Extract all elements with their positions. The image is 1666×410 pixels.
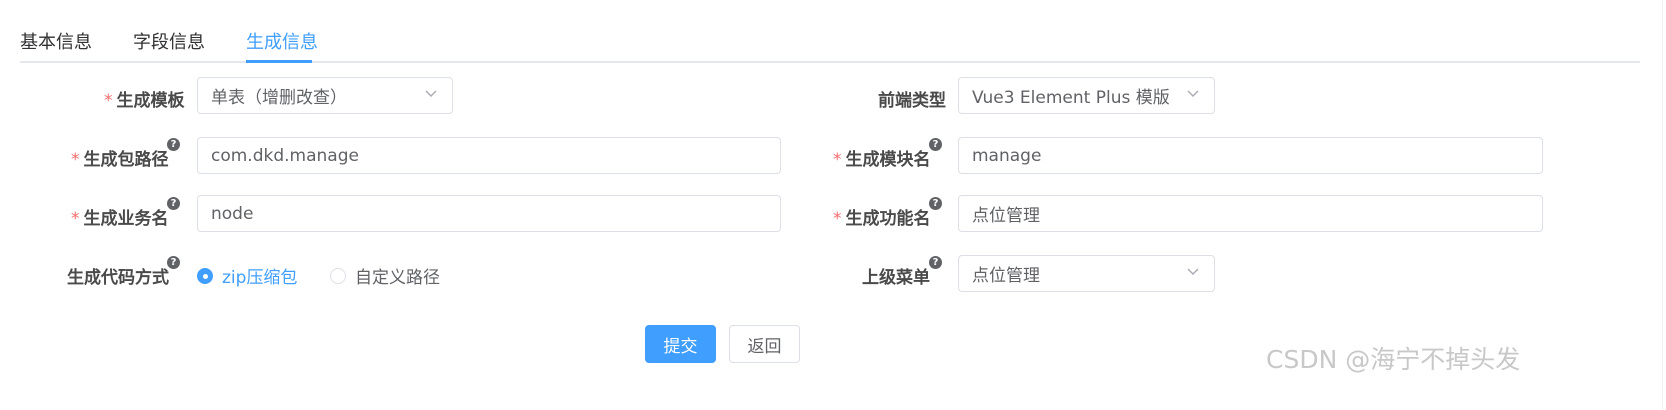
- question-help-icon[interactable]: ?: [929, 256, 942, 269]
- function-name-input[interactable]: 点位管理: [958, 195, 1543, 232]
- question-help-icon[interactable]: ?: [167, 138, 180, 151]
- question-help-icon[interactable]: ?: [167, 256, 180, 269]
- tpl-category-label: * 生成模板: [104, 91, 185, 111]
- chevron-down-icon: [1186, 264, 1200, 278]
- gen-type-custom-label: 自定义路径: [355, 268, 440, 288]
- gen-type-zip-label: zip压缩包: [222, 268, 298, 288]
- parent-menu-value: 点位管理: [972, 266, 1040, 286]
- active-tab-indicator: [246, 60, 312, 63]
- tabs-bar: 基本信息 字段信息 生成信息: [20, 0, 1640, 64]
- chevron-down-icon: [424, 86, 438, 100]
- tab-basic-info[interactable]: 基本信息: [20, 28, 92, 54]
- required-mark: *: [833, 150, 842, 170]
- module-name-value: manage: [972, 145, 1042, 166]
- business-name-input[interactable]: node: [197, 195, 781, 232]
- business-name-label: * 生成业务名: [71, 209, 169, 229]
- function-name-value: 点位管理: [972, 206, 1040, 226]
- module-name-input[interactable]: manage: [958, 137, 1543, 174]
- gen-type-zip-radio[interactable]: zip压缩包: [197, 263, 297, 288]
- radio-checked-icon: [197, 267, 213, 284]
- gen-type-label: 生成代码方式: [67, 268, 169, 288]
- package-name-input[interactable]: com.dkd.manage: [197, 137, 781, 174]
- module-name-label: * 生成模块名: [833, 150, 931, 170]
- function-name-label: * 生成功能名: [833, 209, 931, 229]
- frontend-type-value: Vue3 Element Plus 模版: [972, 88, 1170, 108]
- required-mark: *: [71, 150, 80, 170]
- package-name-value: com.dkd.manage: [211, 145, 359, 166]
- tpl-category-value: 单表（增删改查）: [211, 88, 347, 108]
- parent-menu-select[interactable]: 点位管理: [958, 255, 1215, 292]
- package-name-label: * 生成包路径: [71, 150, 169, 170]
- parent-menu-label: 上级菜单: [862, 268, 930, 288]
- business-name-value: node: [211, 203, 254, 224]
- chevron-down-icon: [1186, 86, 1200, 100]
- question-help-icon[interactable]: ?: [929, 197, 942, 210]
- tpl-category-select[interactable]: 单表（增删改查）: [197, 77, 453, 114]
- tab-field-info[interactable]: 字段信息: [133, 28, 205, 54]
- watermark-text: CSDN @海宁不掉头发: [1266, 345, 1521, 374]
- back-button[interactable]: 返回: [729, 325, 800, 363]
- question-help-icon[interactable]: ?: [167, 197, 180, 210]
- submit-button[interactable]: 提交: [645, 325, 716, 363]
- required-mark: *: [833, 209, 842, 229]
- radio-unchecked-icon: [330, 267, 346, 284]
- question-help-icon[interactable]: ?: [929, 138, 942, 151]
- frontend-type-label: 前端类型: [878, 91, 946, 111]
- tab-gen-info[interactable]: 生成信息: [246, 28, 318, 54]
- required-mark: *: [104, 91, 113, 111]
- panel-right-border: [1662, 0, 1663, 410]
- required-mark: *: [71, 209, 80, 229]
- gen-type-custom-radio[interactable]: 自定义路径: [330, 263, 440, 288]
- frontend-type-select[interactable]: Vue3 Element Plus 模版: [958, 77, 1215, 114]
